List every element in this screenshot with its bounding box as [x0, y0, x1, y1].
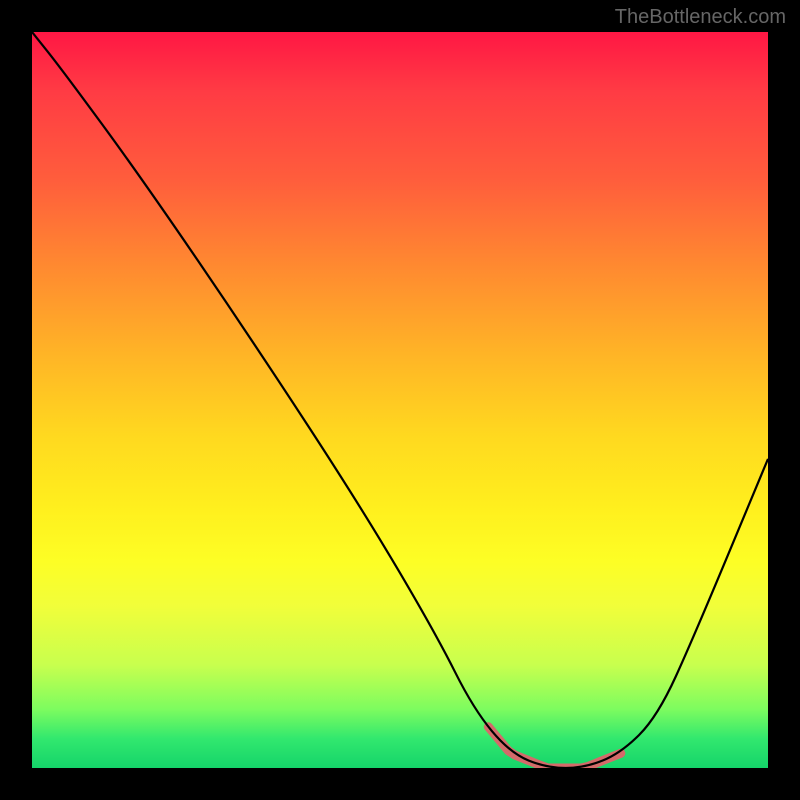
watermark-text: TheBottleneck.com: [615, 6, 786, 29]
chart-plot-area: [32, 32, 768, 768]
chart-svg: [32, 32, 768, 768]
bottleneck-curve-line: [32, 32, 768, 768]
